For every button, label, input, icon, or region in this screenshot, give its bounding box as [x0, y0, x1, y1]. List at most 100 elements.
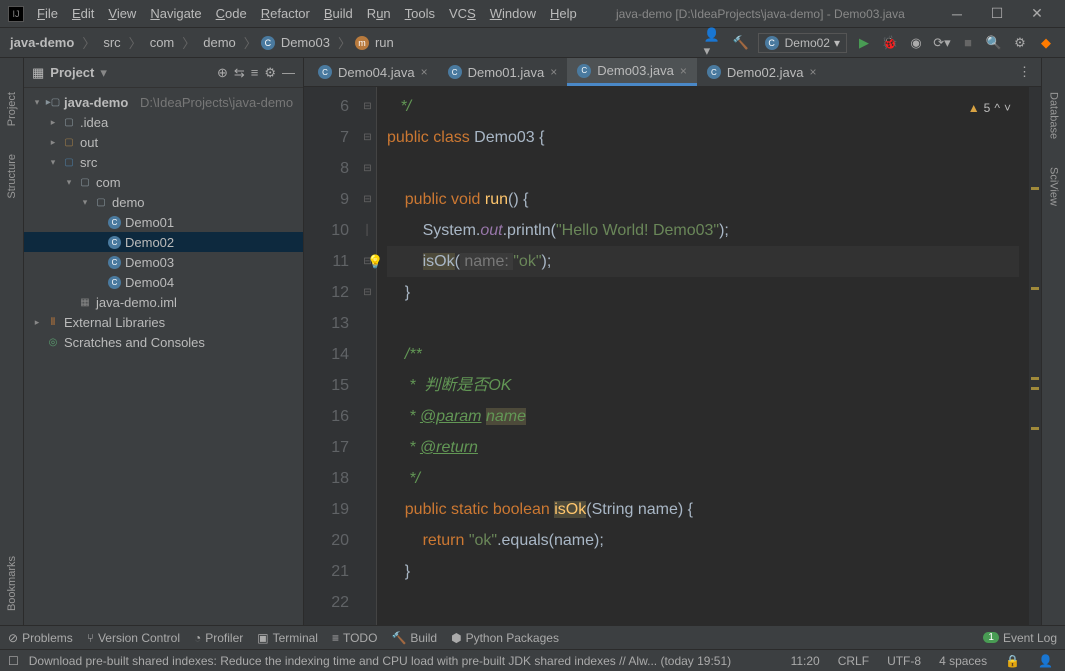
user-add-icon[interactable]: 👤▾ [704, 32, 726, 54]
tree-idea[interactable]: ▸▢.idea [24, 112, 303, 132]
tree-scratches[interactable]: ◎Scratches and Consoles [24, 332, 303, 352]
run-class-icon: C [765, 36, 779, 50]
package-icon: ⬢ [451, 631, 461, 645]
rail-project[interactable]: Project [6, 88, 18, 130]
tree-demo03[interactable]: CDemo03 [24, 252, 303, 272]
menu-tools[interactable]: Tools [398, 4, 442, 23]
menu-edit[interactable]: Edit [65, 4, 101, 23]
gear-icon[interactable]: ⚙ [264, 65, 276, 81]
tab-demo03[interactable]: CDemo03.java× [567, 58, 697, 86]
project-pane-title[interactable]: Project [50, 65, 94, 80]
menu-refactor[interactable]: Refactor [254, 4, 317, 23]
menu-view[interactable]: View [101, 4, 143, 23]
crumb-demo[interactable]: demo [199, 35, 240, 50]
profiler-icon: ◔ [194, 631, 201, 645]
target-icon[interactable]: ⊕ [217, 65, 228, 81]
crumb-method[interactable]: run [371, 35, 398, 50]
status-person-icon[interactable]: 👤 [1034, 654, 1057, 668]
close-tab-icon[interactable]: × [680, 64, 687, 78]
tree-demo-pkg[interactable]: ▾▢demo [24, 192, 303, 212]
settings-icon[interactable]: ⚙ [1009, 32, 1031, 54]
menu-file[interactable]: File [30, 4, 65, 23]
status-pos[interactable]: 11:20 [787, 654, 824, 668]
tab-demo02[interactable]: CDemo02.java× [697, 58, 827, 86]
coverage-icon[interactable]: ◉ [905, 32, 927, 54]
crumb-com[interactable]: com [146, 35, 179, 50]
search-icon[interactable]: 🔍 [983, 32, 1005, 54]
menu-build[interactable]: Build [317, 4, 360, 23]
tool-profiler[interactable]: ◔Profiler [194, 631, 243, 645]
status-icon[interactable]: ☐ [8, 654, 19, 668]
tree-demo01[interactable]: CDemo01 [24, 212, 303, 232]
line-number-gutter[interactable]: 67891011121314151617181920212223 [304, 87, 359, 625]
problems-icon: ⊘ [8, 631, 18, 645]
todo-icon: ≡ [332, 631, 339, 645]
hide-icon[interactable]: — [282, 65, 295, 80]
tool-build[interactable]: 🔨Build [391, 631, 437, 645]
code-editor[interactable]: ▲5 ^ ˅ */ public class Demo03 { public v… [377, 87, 1029, 625]
project-tree[interactable]: ▾▸▢java-demo D:\IdeaProjects\java-demo ▸… [24, 88, 303, 625]
tree-com[interactable]: ▾▢com [24, 172, 303, 192]
tree-demo04[interactable]: CDemo04 [24, 272, 303, 292]
close-button[interactable]: ✕ [1017, 5, 1057, 22]
app-logo-icon: IJ [8, 6, 24, 22]
terminal-icon: ▣ [257, 631, 268, 645]
tool-python[interactable]: ⬢Python Packages [451, 631, 559, 645]
minimize-button[interactable]: ─ [937, 6, 977, 22]
crumb-project[interactable]: java-demo [6, 35, 78, 50]
crumb-src[interactable]: src [99, 35, 124, 50]
jb-toolbox-icon[interactable]: ◆ [1035, 32, 1057, 54]
tab-options-icon[interactable]: ⋮ [1008, 64, 1041, 80]
close-tab-icon[interactable]: × [550, 65, 557, 79]
tool-todo[interactable]: ≡TODO [332, 631, 377, 645]
hammer-icon: 🔨 [391, 631, 406, 645]
chevron-down-icon[interactable]: ▾ [100, 65, 107, 81]
tree-root[interactable]: ▾▸▢java-demo D:\IdeaProjects\java-demo [24, 92, 303, 112]
rail-structure[interactable]: Structure [6, 150, 18, 203]
hammer-icon[interactable]: 🔨 [730, 32, 752, 54]
inspection-widget[interactable]: ▲5 ^ ˅ [968, 93, 1011, 124]
tree-out[interactable]: ▸▢out [24, 132, 303, 152]
expand-icon[interactable]: ⇆ [234, 65, 245, 81]
rail-bookmarks[interactable]: Bookmarks [6, 552, 18, 615]
menu-navigate[interactable]: Navigate [143, 4, 208, 23]
readonly-lock-icon[interactable]: 🔒 [1001, 654, 1024, 668]
close-tab-icon[interactable]: × [809, 65, 816, 79]
menu-window[interactable]: Window [483, 4, 543, 23]
project-pane-icon: ▦ [32, 65, 44, 81]
tool-terminal[interactable]: ▣Terminal [257, 631, 318, 645]
menu-code[interactable]: Code [209, 4, 254, 23]
method-icon: m [355, 36, 369, 50]
run-config-selector[interactable]: C Demo02 ▾ [758, 33, 847, 53]
tab-demo04[interactable]: CDemo04.java× [308, 58, 438, 86]
tree-src[interactable]: ▾▢src [24, 152, 303, 172]
status-indent[interactable]: 4 spaces [935, 654, 991, 668]
tab-demo01[interactable]: CDemo01.java× [438, 58, 568, 86]
crumb-class[interactable]: Demo03 [277, 35, 334, 50]
fold-gutter[interactable]: ⊟⊟⊟⊟│⊟⊟ [359, 87, 377, 625]
maximize-button[interactable]: ☐ [977, 5, 1017, 22]
menu-help[interactable]: Help [543, 4, 584, 23]
intention-bulb-icon[interactable]: 💡 [367, 246, 383, 277]
menu-vcs[interactable]: VCS [442, 4, 483, 23]
status-message[interactable]: Download pre-built shared indexes: Reduc… [29, 654, 777, 668]
menu-run[interactable]: Run [360, 4, 398, 23]
rail-sciview[interactable]: SciView [1048, 163, 1060, 210]
profile-icon[interactable]: ⟳▾ [931, 32, 953, 54]
tool-eventlog[interactable]: 1Event Log [983, 631, 1057, 645]
right-margin-marks[interactable] [1029, 87, 1041, 625]
rail-database[interactable]: Database [1048, 88, 1060, 143]
stop-icon[interactable]: ■ [957, 32, 979, 54]
status-eol[interactable]: CRLF [834, 654, 873, 668]
close-tab-icon[interactable]: × [421, 65, 428, 79]
status-enc[interactable]: UTF-8 [883, 654, 925, 668]
tree-demo02[interactable]: CDemo02 [24, 232, 303, 252]
sort-icon[interactable]: ≡ [251, 65, 259, 80]
run-icon[interactable]: ▶ [853, 32, 875, 54]
tree-iml[interactable]: ▦java-demo.iml [24, 292, 303, 312]
tool-vcs[interactable]: ⑂Version Control [87, 631, 180, 645]
debug-icon[interactable]: 🐞 [879, 32, 901, 54]
tree-ext-lib[interactable]: ▸⫴External Libraries [24, 312, 303, 332]
tool-problems[interactable]: ⊘Problems [8, 631, 73, 645]
window-title: java-demo [D:\IdeaProjects\java-demo] - … [584, 7, 937, 21]
